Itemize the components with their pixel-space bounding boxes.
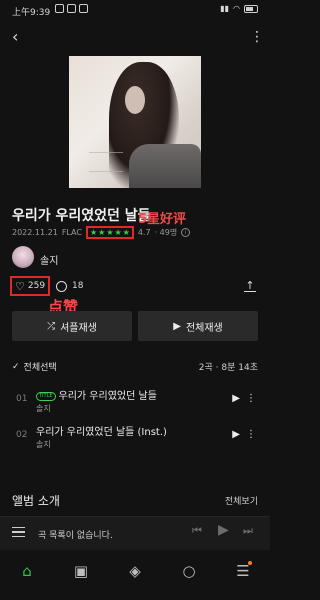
star-icon: ★ <box>98 228 106 237</box>
album-title: 우리가 우리였었던 날들 <box>12 208 151 224</box>
album-intro-title: 앨범 소개 <box>12 494 60 508</box>
track-artist: 솔지 <box>36 404 51 413</box>
like-count: 259 <box>27 281 46 291</box>
heart-icon: ♡ <box>15 279 25 293</box>
battery-icon <box>244 4 258 13</box>
comment-count[interactable]: 18 <box>72 281 83 291</box>
status-notification-icons <box>55 4 88 13</box>
audio-format: FLAC <box>61 228 82 237</box>
track-artist: 솔지 <box>36 440 51 449</box>
half-star-icon: ★ <box>122 228 130 237</box>
artist-avatar[interactable] <box>12 246 34 268</box>
five-star-annotation: 5星好评 <box>138 212 187 227</box>
rating-count: · 49명 <box>154 228 178 237</box>
album-cover[interactable] <box>69 56 201 188</box>
check-icon: ✓ <box>12 361 20 372</box>
track-number: 01 <box>16 394 28 404</box>
play-all-label: 전체재생 <box>185 322 223 334</box>
star-icon: ★ <box>106 228 114 237</box>
rating-stars[interactable]: ★ ★ ★ ★ ★ <box>85 226 134 239</box>
info-icon[interactable]: i <box>181 228 191 237</box>
notification-icon <box>55 4 64 13</box>
album-meta: 2022.11.21 FLAC ★ ★ ★ ★ ★ 4.7 · 49명 i <box>12 226 191 239</box>
new-badge <box>248 561 252 565</box>
status-system-icons: ▮▮ ◠ <box>220 4 258 13</box>
track-more-icon[interactable]: ⋮ <box>246 393 256 404</box>
play-all-button[interactable]: ▶ 전체재생 <box>138 311 258 341</box>
play-icon[interactable]: ▶ <box>218 522 229 538</box>
shuffle-icon: ⤮ <box>47 320 56 332</box>
signal-icon: ▮▮ <box>220 4 230 13</box>
more-vertical-icon[interactable]: ⋮ <box>250 30 264 44</box>
track-play-icon[interactable]: ▶ <box>232 393 240 404</box>
locker-icon[interactable]: ☰ <box>232 560 254 582</box>
status-time: 上午9:39 <box>12 8 51 18</box>
star-icon: ★ <box>114 228 122 237</box>
shuffle-play-button[interactable]: ⤮ 셔플재생 <box>12 311 132 341</box>
home-icon[interactable]: ⌂ <box>16 560 38 582</box>
layers-icon[interactable]: ◈ <box>124 560 146 582</box>
status-bar: 上午9:39 ▮▮ ◠ <box>0 0 270 20</box>
star-icon: ★ <box>89 228 98 237</box>
wifi-icon: ◠ <box>233 4 240 13</box>
cover-figure-coat <box>129 144 201 188</box>
artist-name[interactable]: 솔지 <box>40 252 58 267</box>
select-all-toggle[interactable]: ✓ 전체선택 <box>12 360 57 374</box>
release-date: 2022.11.21 <box>12 228 58 237</box>
next-icon[interactable]: ⏭ <box>243 524 253 538</box>
track-title: 우리가 우리였었던 날들 <box>58 391 157 402</box>
alarm-icon <box>67 4 76 13</box>
cover-figure-face <box>125 86 145 114</box>
back-icon[interactable]: ‹ <box>12 29 26 45</box>
rating-value: 4.7 <box>137 228 151 237</box>
share-icon[interactable]: ↑ <box>244 280 256 292</box>
comment-icon[interactable] <box>56 281 67 292</box>
select-all-label: 전체선택 <box>23 363 57 373</box>
track-title: 우리가 우리였었던 날들 (Inst.) <box>36 427 167 438</box>
previous-icon[interactable]: ⏮ <box>192 524 202 538</box>
shuffle-label: 셔플재생 <box>60 322 97 334</box>
playlist-icon[interactable] <box>12 527 25 537</box>
library-icon[interactable]: ▣ <box>70 560 92 582</box>
like-button[interactable]: ♡ 259 <box>10 276 50 296</box>
mini-player-empty-text: 곡 목록이 없습니다. <box>38 531 113 541</box>
track-number: 02 <box>16 430 28 440</box>
track-row[interactable]: 02 우리가 우리였었던 날들 (Inst.) 솔지 ▶ ⋮ <box>0 419 270 455</box>
track-summary: 2곡 · 8분 14초 <box>198 363 258 373</box>
title-track-badge: TITLE <box>36 391 56 401</box>
track-title-line: TITLE 우리가 우리였었던 날들 <box>36 387 157 402</box>
track-more-icon[interactable]: ⋮ <box>246 429 256 440</box>
see-all-link[interactable]: 전체보기 <box>225 494 258 507</box>
search-icon[interactable]: ○ <box>178 560 200 582</box>
app-icon <box>79 4 88 13</box>
play-icon: ▶ <box>173 320 181 332</box>
track-play-icon[interactable]: ▶ <box>232 429 240 440</box>
track-row[interactable]: 01 TITLE 우리가 우리였었던 날들 솔지 ▶ ⋮ <box>0 383 270 419</box>
cover-handwriting <box>89 152 123 172</box>
